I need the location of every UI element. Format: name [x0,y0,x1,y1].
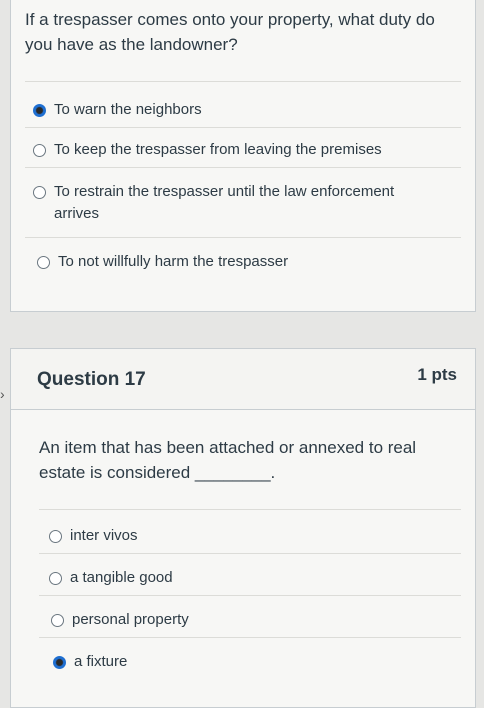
answer-label: inter vivos [70,527,138,544]
answer-option[interactable]: To restrain the trespasser until the law… [33,181,433,225]
radio-icon[interactable] [37,256,50,269]
radio-icon[interactable] [33,144,46,157]
question-points: 1 pts [417,365,457,384]
answer-option[interactable]: inter vivos [49,525,138,547]
question-16-text: If a trespasser comes onto your property… [25,10,435,54]
chevron-right-icon: › [0,386,5,402]
divider [25,237,461,238]
answer-label: To restrain the trespasser until the law… [54,183,395,222]
divider [25,167,461,168]
radio-selected-icon[interactable] [53,656,66,669]
radio-icon[interactable] [33,186,46,199]
divider [25,127,461,128]
answer-label: a tangible good [70,569,173,586]
question-17-text: An item that has been attached or annexe… [39,438,417,482]
divider [39,509,461,510]
question-header: Question 17 1 pts [11,349,475,410]
radio-icon[interactable] [49,530,62,543]
answer-option[interactable]: To keep the trespasser from leaving the … [33,139,382,161]
radio-icon[interactable] [51,614,64,627]
answer-label: To not willfully harm the trespasser [58,253,289,270]
answer-option[interactable]: personal property [51,609,189,631]
answer-option[interactable]: a fixture [53,651,127,673]
answer-label: To keep the trespasser from leaving the … [54,141,382,158]
answer-option[interactable]: a tangible good [49,567,173,589]
divider [25,81,461,82]
question-16-card: If a trespasser comes onto your property… [10,0,476,312]
radio-selected-icon[interactable] [33,104,46,117]
answer-label: To warn the neighbors [54,101,202,118]
answer-option[interactable]: To not willfully harm the trespasser [37,251,288,273]
answer-label: personal property [72,611,189,628]
question-17-card: Question 17 1 pts An item that has been … [10,348,476,708]
divider [39,553,461,554]
answer-option[interactable]: To warn the neighbors [33,99,202,121]
divider [39,595,461,596]
divider [39,637,461,638]
answer-label: a fixture [74,653,128,670]
radio-icon[interactable] [49,572,62,585]
question-title: Question 17 [37,369,146,390]
